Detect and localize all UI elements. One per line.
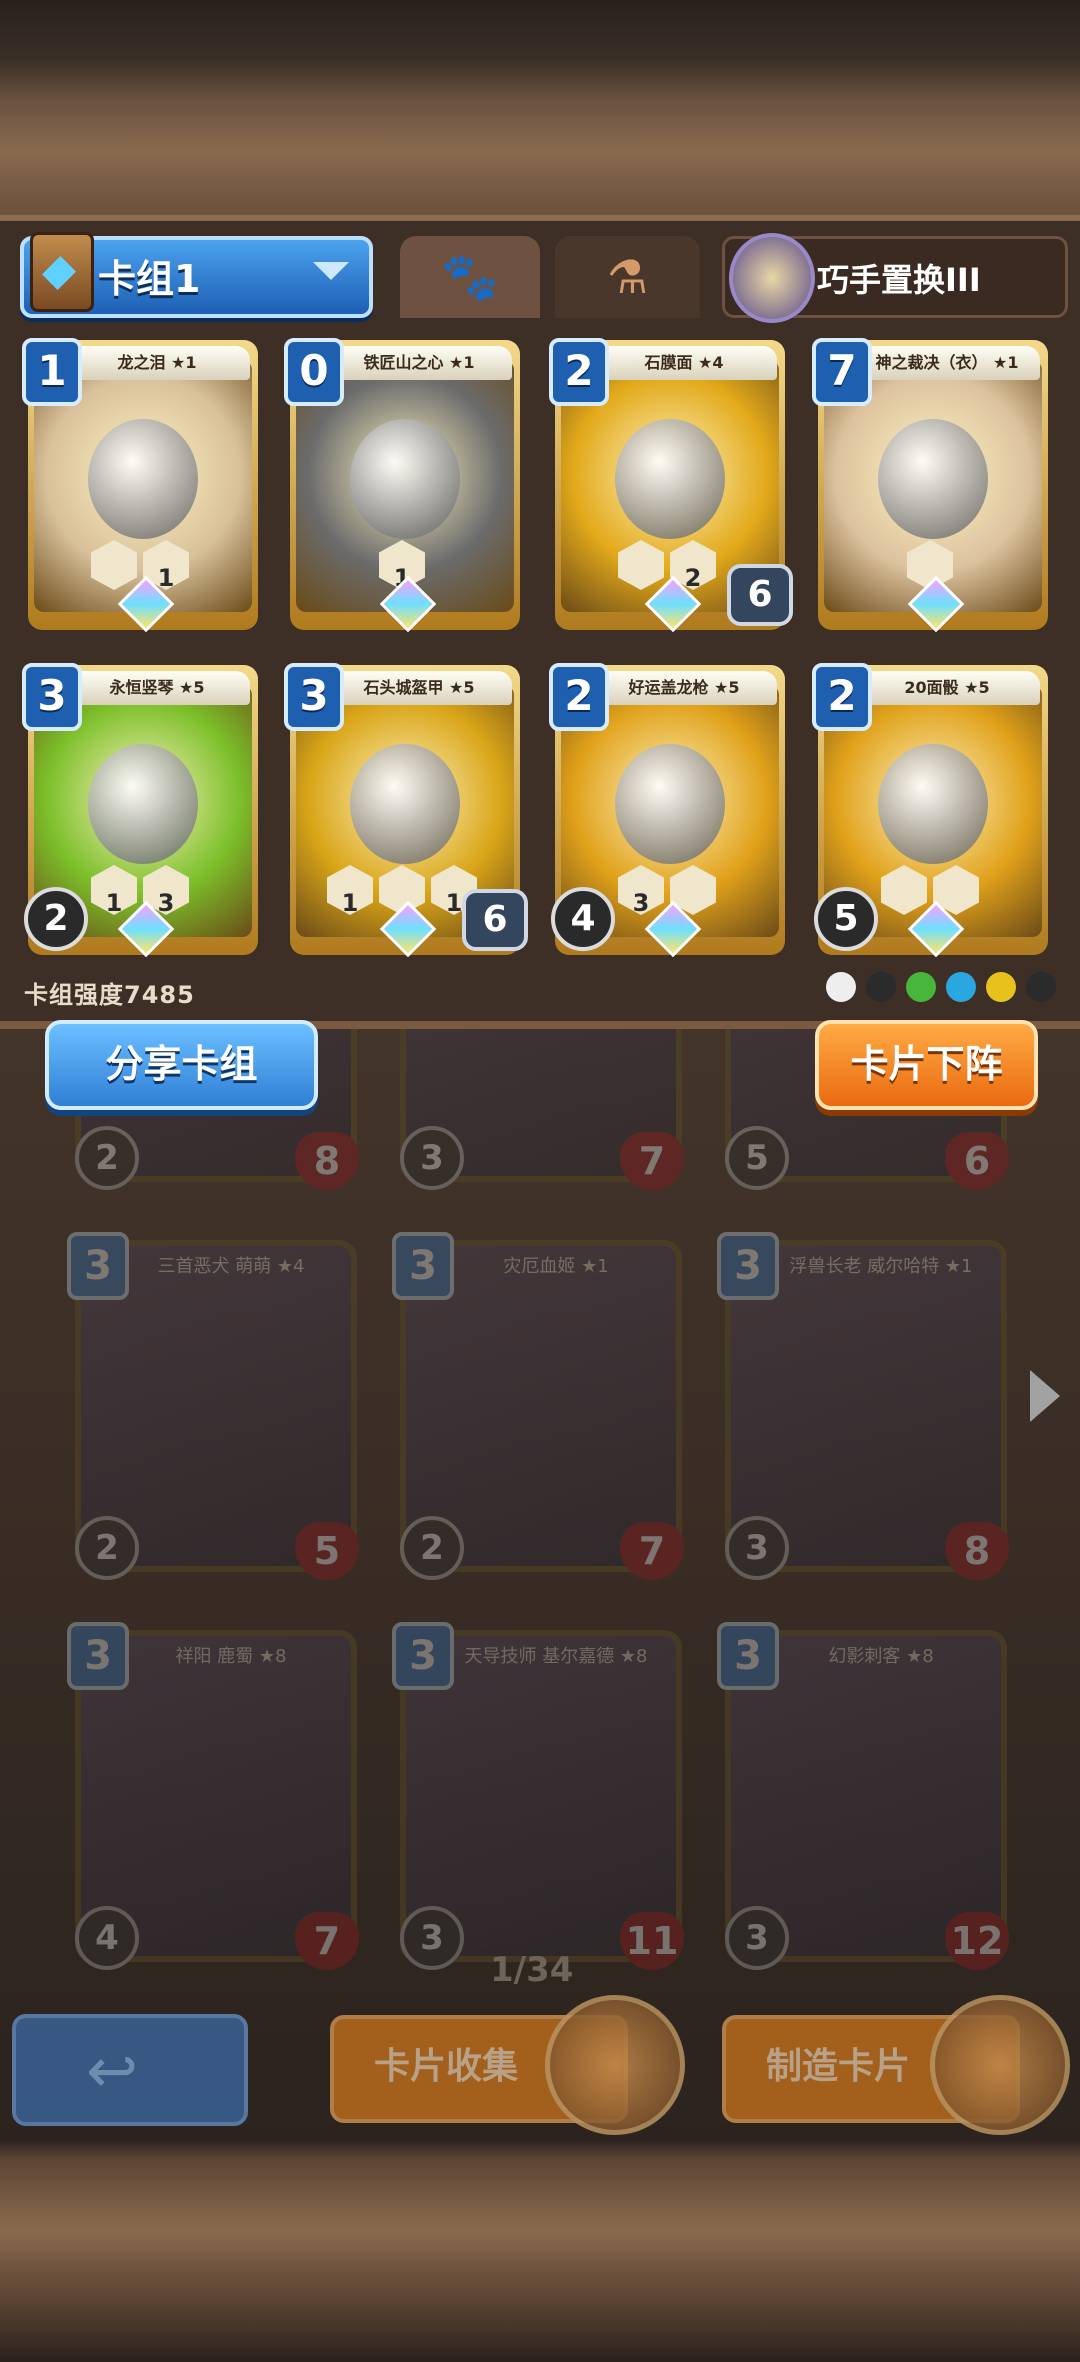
card-book-icon [545, 1995, 685, 2135]
card-title: 好运盖龙枪 ★5 [591, 671, 777, 705]
card-art [615, 419, 725, 540]
card-cost: 2 [549, 663, 609, 731]
potion-icon: ⚗ [606, 250, 649, 304]
card-art [615, 744, 725, 865]
deck-card[interactable]: 20面骰 ★5 2 5 [812, 663, 1048, 958]
skill-label: 巧手置换III [817, 261, 981, 299]
card-art [88, 744, 198, 865]
card-health: 6 [727, 564, 793, 626]
filter-wind-icon[interactable] [986, 972, 1016, 1002]
card-title: 龙之泪 ★1 [64, 346, 250, 380]
card-art [88, 419, 198, 540]
card-health: 6 [462, 889, 528, 951]
card-cost: 2 [549, 338, 609, 406]
card-cost: 3 [284, 663, 344, 731]
back-arrow-icon: ↩ [86, 2034, 138, 2107]
deck-card[interactable]: 永恒竖琴 ★5 3 1 3 2 [22, 663, 258, 958]
skill-portrait-icon [729, 233, 815, 323]
card-title: 神之裁决（衣） ★1 [854, 346, 1040, 380]
card-cost: 1 [22, 338, 82, 406]
tab-items[interactable]: ⚗ [555, 236, 700, 318]
card-attack: 2 [24, 887, 88, 951]
remove-card-button[interactable]: 卡片下阵 [815, 1020, 1038, 1110]
card-art [878, 419, 988, 540]
filter-nature-icon[interactable] [906, 972, 936, 1002]
potion-jar-icon [930, 1995, 1070, 2135]
tab-creatures[interactable]: 🐾 [400, 236, 540, 318]
card-title: 石膜面 ★4 [591, 346, 777, 380]
skill-selector[interactable]: 巧手置换III [722, 233, 1068, 323]
chevron-down-icon [313, 262, 349, 280]
card-attack: 5 [814, 887, 878, 951]
card-art [350, 744, 460, 865]
deck-name: 卡组1 [98, 257, 201, 301]
card-cost: 2 [812, 663, 872, 731]
paw-icon: 🐾 [441, 249, 499, 304]
card-cost: 7 [812, 338, 872, 406]
card-title: 20面骰 ★5 [854, 671, 1040, 705]
card-title: 铁匠山之心 ★1 [326, 346, 512, 380]
deck-card[interactable]: 石头城盔甲 ★5 3 1 1 6 [284, 663, 528, 958]
filter-neutral-icon[interactable] [866, 972, 896, 1002]
filter-all-icon[interactable] [826, 972, 856, 1002]
deck-power: 卡组强度7485 [24, 981, 195, 1009]
deck-card[interactable]: 神之裁决（衣） ★1 7 [812, 338, 1048, 633]
deck-card[interactable]: 铁匠山之心 ★1 0 1 [284, 338, 520, 633]
next-page-arrow-icon[interactable] [1030, 1370, 1060, 1422]
card-art [878, 744, 988, 865]
card-title: 石头城盔甲 ★5 [326, 671, 512, 705]
filter-dark-icon[interactable] [1026, 972, 1056, 1002]
deck-selector-dropdown[interactable]: 卡组1 [20, 232, 373, 318]
card-cost: 0 [284, 338, 344, 406]
deck-card[interactable]: 龙之泪 ★1 1 1 [22, 338, 258, 633]
card-attack: 4 [551, 887, 615, 951]
back-button[interactable]: ↩ [12, 2014, 248, 2126]
filter-water-icon[interactable] [946, 972, 976, 1002]
card-art [350, 419, 460, 540]
deck-card[interactable]: 好运盖龙枪 ★5 2 3 4 [549, 663, 785, 958]
share-deck-button[interactable]: 分享卡组 [45, 1020, 318, 1110]
card-cost: 3 [22, 663, 82, 731]
card-title: 永恒竖琴 ★5 [64, 671, 250, 705]
deck-card[interactable]: 石膜面 ★4 2 2 6 [549, 338, 793, 633]
page-indicator: 1/34 [490, 1950, 574, 1990]
